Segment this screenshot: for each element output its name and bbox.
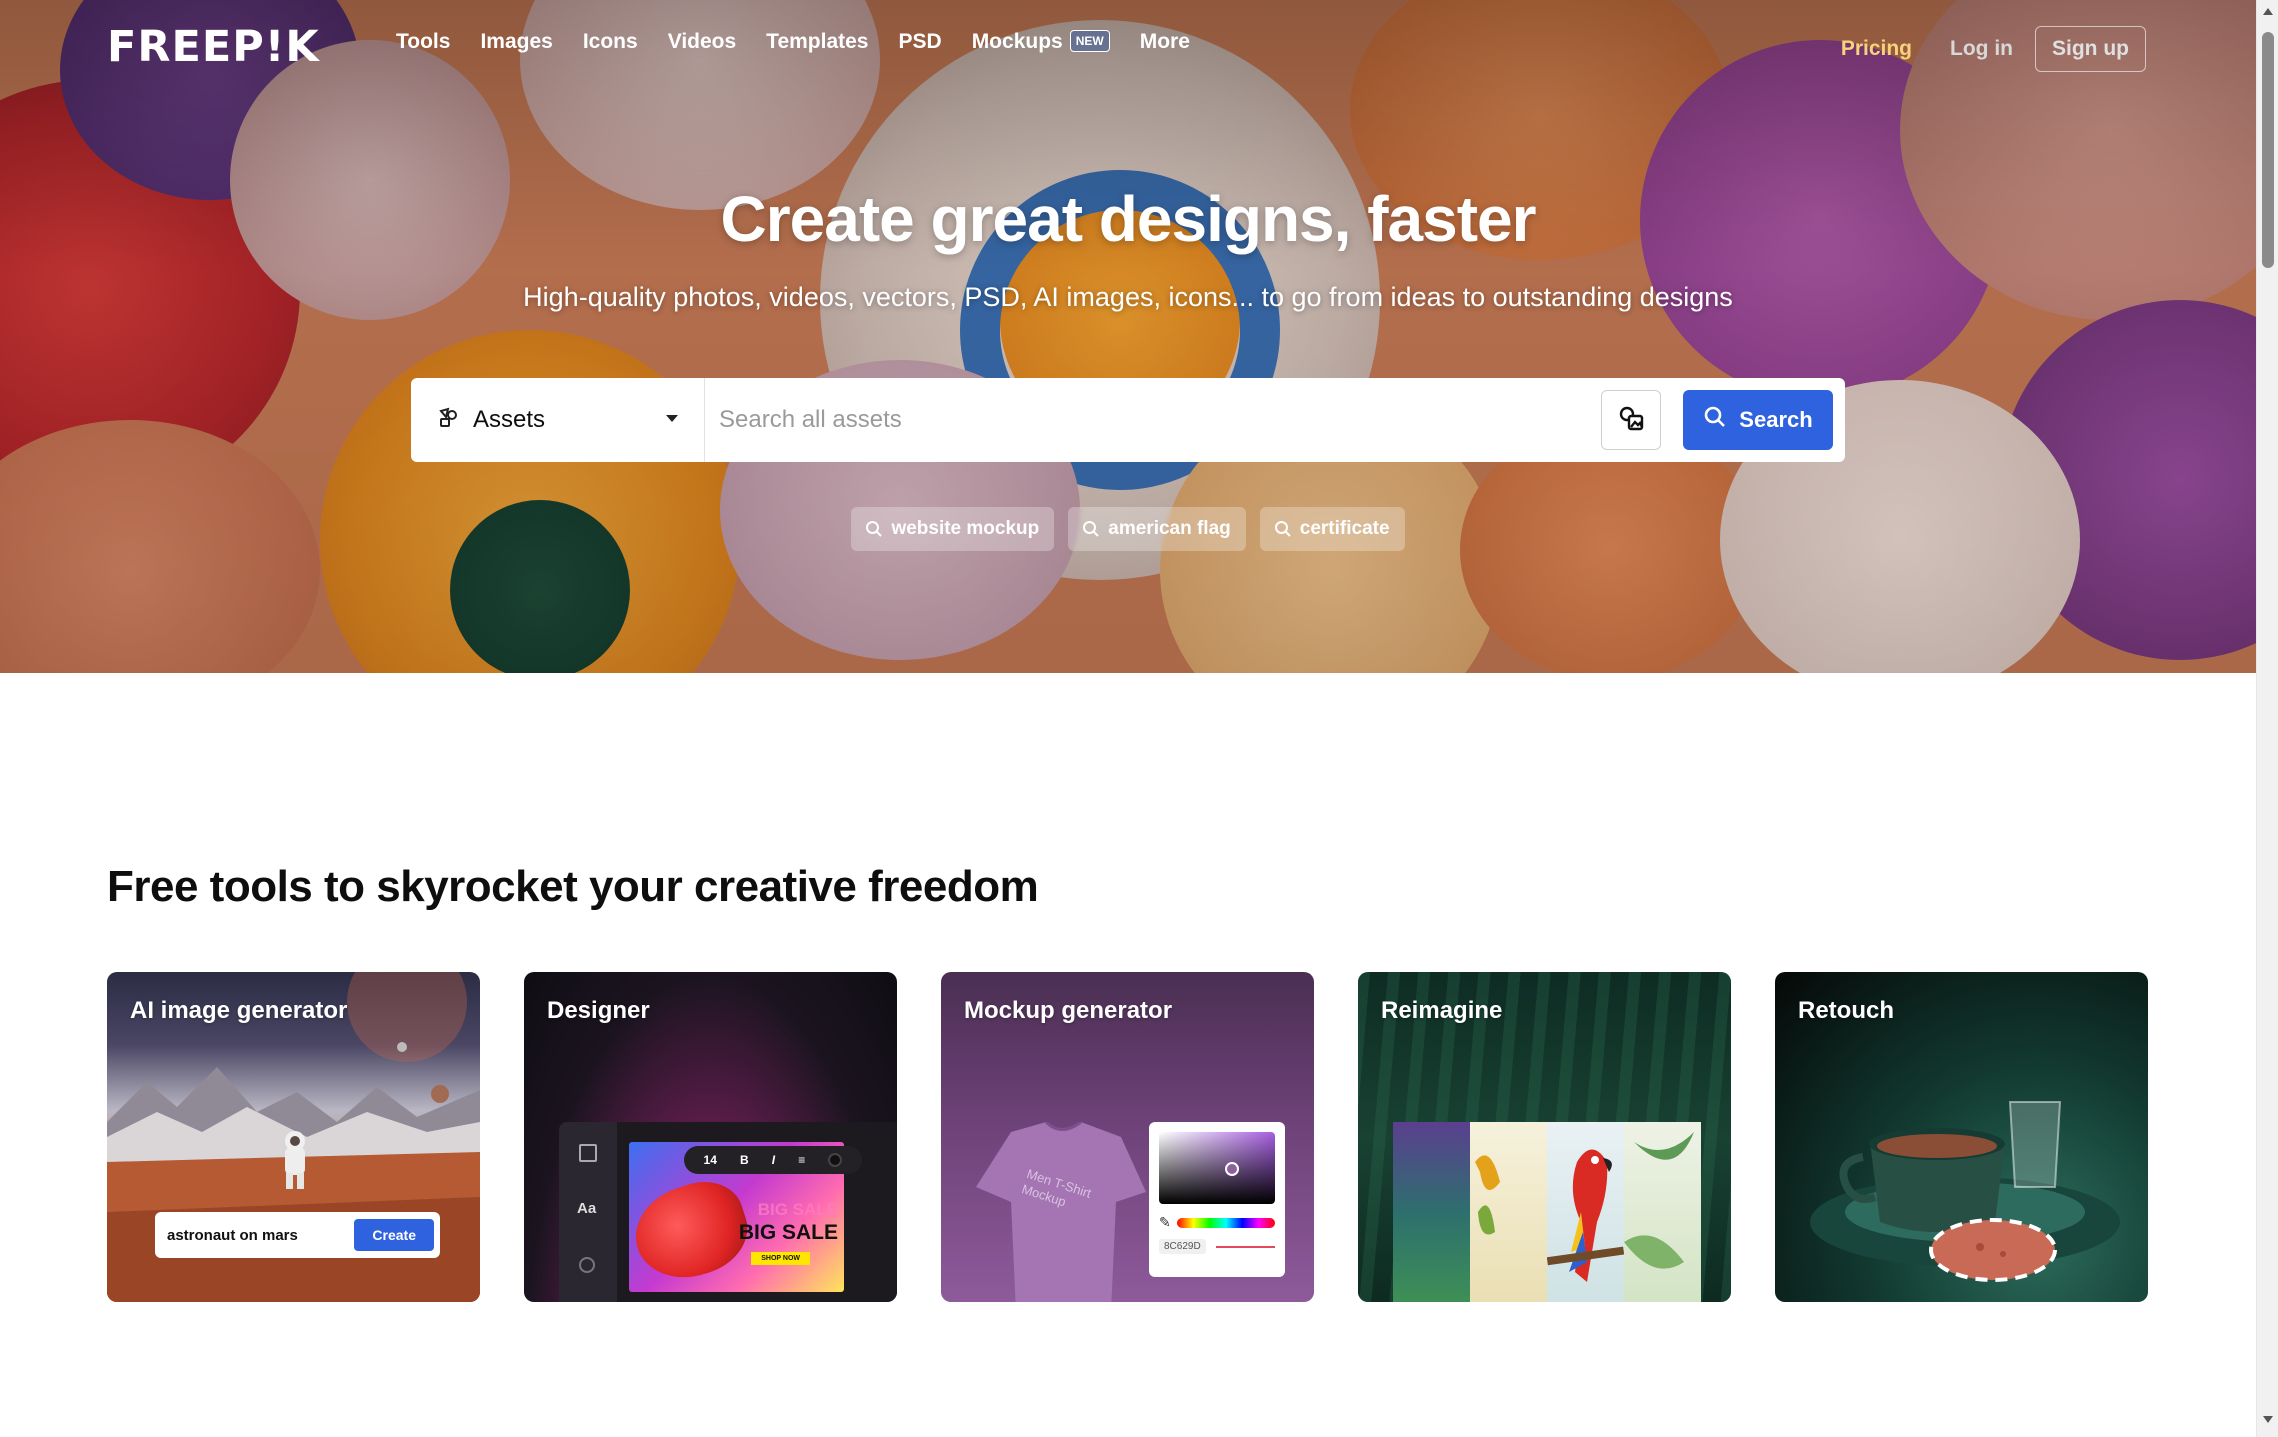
nav-mockups[interactable]: Mockups NEW (972, 30, 1110, 54)
search-input[interactable] (705, 378, 1601, 462)
variant-forest (1393, 1122, 1470, 1302)
search-bar: Assets Search (411, 378, 1845, 462)
grid-icon (579, 1144, 597, 1162)
tool-card-title: Retouch (1798, 997, 1894, 1024)
align-icon: ≡ (798, 1153, 806, 1167)
search-button[interactable]: Search (1683, 390, 1833, 450)
parrot-variants (1393, 1122, 1701, 1302)
assets-icon (435, 405, 461, 436)
scroll-thumb[interactable] (2262, 32, 2274, 268)
nav-more[interactable]: More (1140, 30, 1190, 54)
hex-value: 8C629D (1159, 1239, 1206, 1254)
tshirt-image: Men T-Shirt Mockup (971, 1120, 1151, 1302)
variant-leaves (1624, 1122, 1701, 1302)
tool-card-title: AI image generator (130, 997, 348, 1024)
font-size-value: 14 (703, 1153, 717, 1167)
search-icon (1703, 405, 1739, 435)
tools-section-heading: Free tools to skyrocket your creative fr… (107, 862, 1039, 911)
tool-card-title: Mockup generator (964, 997, 1173, 1024)
image-search-button[interactable] (1601, 390, 1661, 450)
nav-tools[interactable]: Tools (396, 30, 450, 54)
scroll-up-icon[interactable] (2263, 8, 2273, 15)
suggestion-label: website mockup (891, 518, 1040, 539)
signup-button[interactable]: Sign up (2035, 26, 2146, 72)
hero-subtitle: High-quality photos, videos, vectors, PS… (523, 282, 1733, 312)
caret-down-icon (666, 415, 678, 422)
nav-links: Tools Images Icons Videos Templates PSD … (396, 30, 1220, 54)
hero-title: Create great designs, faster (720, 183, 1537, 255)
nav-icons[interactable]: Icons (583, 30, 638, 54)
nav-images[interactable]: Images (480, 30, 552, 54)
nav-mockups-label: Mockups (971, 30, 1063, 53)
search-suggestions: website mockup american flag certificate (0, 507, 2256, 551)
variant-parrot (1470, 1122, 1547, 1302)
nav-templates[interactable]: Templates (766, 30, 868, 54)
tools-cards: AI image generator astronaut on mars Cre… (107, 972, 2148, 1302)
tool-card-retouch[interactable]: Retouch (1775, 972, 2148, 1302)
login-link[interactable]: Log in (1950, 37, 2013, 61)
hero-overlay (0, 0, 2256, 673)
search-button-label: Search (1739, 407, 1813, 432)
asset-type-dropdown[interactable]: Assets (411, 378, 705, 462)
scroll-down-icon[interactable] (2263, 1416, 2273, 1423)
designer-sidebar: Aa (559, 1122, 617, 1302)
banner-text-2: BIG SALE (738, 1221, 838, 1244)
suggestion-chip[interactable]: website mockup (851, 507, 1055, 551)
new-badge: NEW (1069, 30, 1110, 52)
tool-card-title: Reimagine (1381, 997, 1503, 1024)
hex-row: 8C629D (1159, 1239, 1275, 1254)
text-tool-icon: Aa (577, 1200, 597, 1217)
text-toolbar: 14 B I ≡ (684, 1146, 862, 1174)
tool-card-designer[interactable]: Designer Aa BIG SALE BIG SALE SHOP NOW 1… (524, 972, 897, 1302)
search-icon (1274, 521, 1291, 537)
page-scrollbar[interactable] (2256, 0, 2278, 1437)
suggestion-chip[interactable]: american flag (1068, 507, 1246, 551)
tool-card-reimagine[interactable]: Reimagine (1358, 972, 1731, 1302)
nav-psd[interactable]: PSD (899, 30, 942, 54)
eyedropper-icon: ✎ (1159, 1214, 1171, 1230)
variant-parrot-main (1546, 1122, 1625, 1302)
color-picker-handle (1225, 1162, 1239, 1176)
tool-card-title: Designer (547, 997, 650, 1024)
nav-account: Pricing Log in Sign up (1841, 26, 2146, 72)
color-gradient-area (1159, 1132, 1275, 1204)
bold-icon: B (740, 1153, 749, 1167)
italic-icon: I (771, 1153, 776, 1167)
asset-type-label: Assets (473, 406, 546, 433)
ai-prompt-box: astronaut on mars Create (155, 1212, 440, 1258)
color-picker-panel: ✎ 8C629D (1149, 1122, 1285, 1277)
suggestion-label: american flag (1108, 518, 1231, 539)
opacity-slider (1215, 1245, 1275, 1248)
shapes-icon (579, 1257, 595, 1273)
hue-slider (1176, 1217, 1275, 1228)
search-icon (866, 521, 883, 537)
top-navigation: FREEP!K Tools Images Icons Videos Templa… (0, 0, 2256, 96)
ai-prompt-text: astronaut on mars (167, 1226, 298, 1244)
tool-card-mockup-generator[interactable]: Mockup generator Men T-Shirt Mockup ✎ 8C… (941, 972, 1314, 1302)
suggestion-chip[interactable]: certificate (1259, 507, 1405, 551)
hero-section: FREEP!K Tools Images Icons Videos Templa… (0, 0, 2256, 673)
suggestion-label: certificate (1299, 518, 1390, 539)
search-icon (1083, 521, 1099, 537)
image-search-icon (1616, 403, 1646, 438)
designer-preview: Aa BIG SALE BIG SALE SHOP NOW 14 B I ≡ (559, 1122, 897, 1302)
color-dot-icon (828, 1153, 843, 1167)
banner-text-1: BIG SALE (757, 1200, 838, 1219)
tool-card-ai-image-generator[interactable]: AI image generator astronaut on mars Cre… (107, 972, 480, 1302)
nav-videos[interactable]: Videos (668, 30, 736, 54)
freepik-logo[interactable]: FREEP!K (107, 22, 320, 72)
banner-cta: SHOP NOW (751, 1252, 810, 1265)
pricing-link[interactable]: Pricing (1841, 37, 1912, 61)
hue-row: ✎ (1159, 1214, 1275, 1231)
create-button: Create (354, 1219, 434, 1251)
